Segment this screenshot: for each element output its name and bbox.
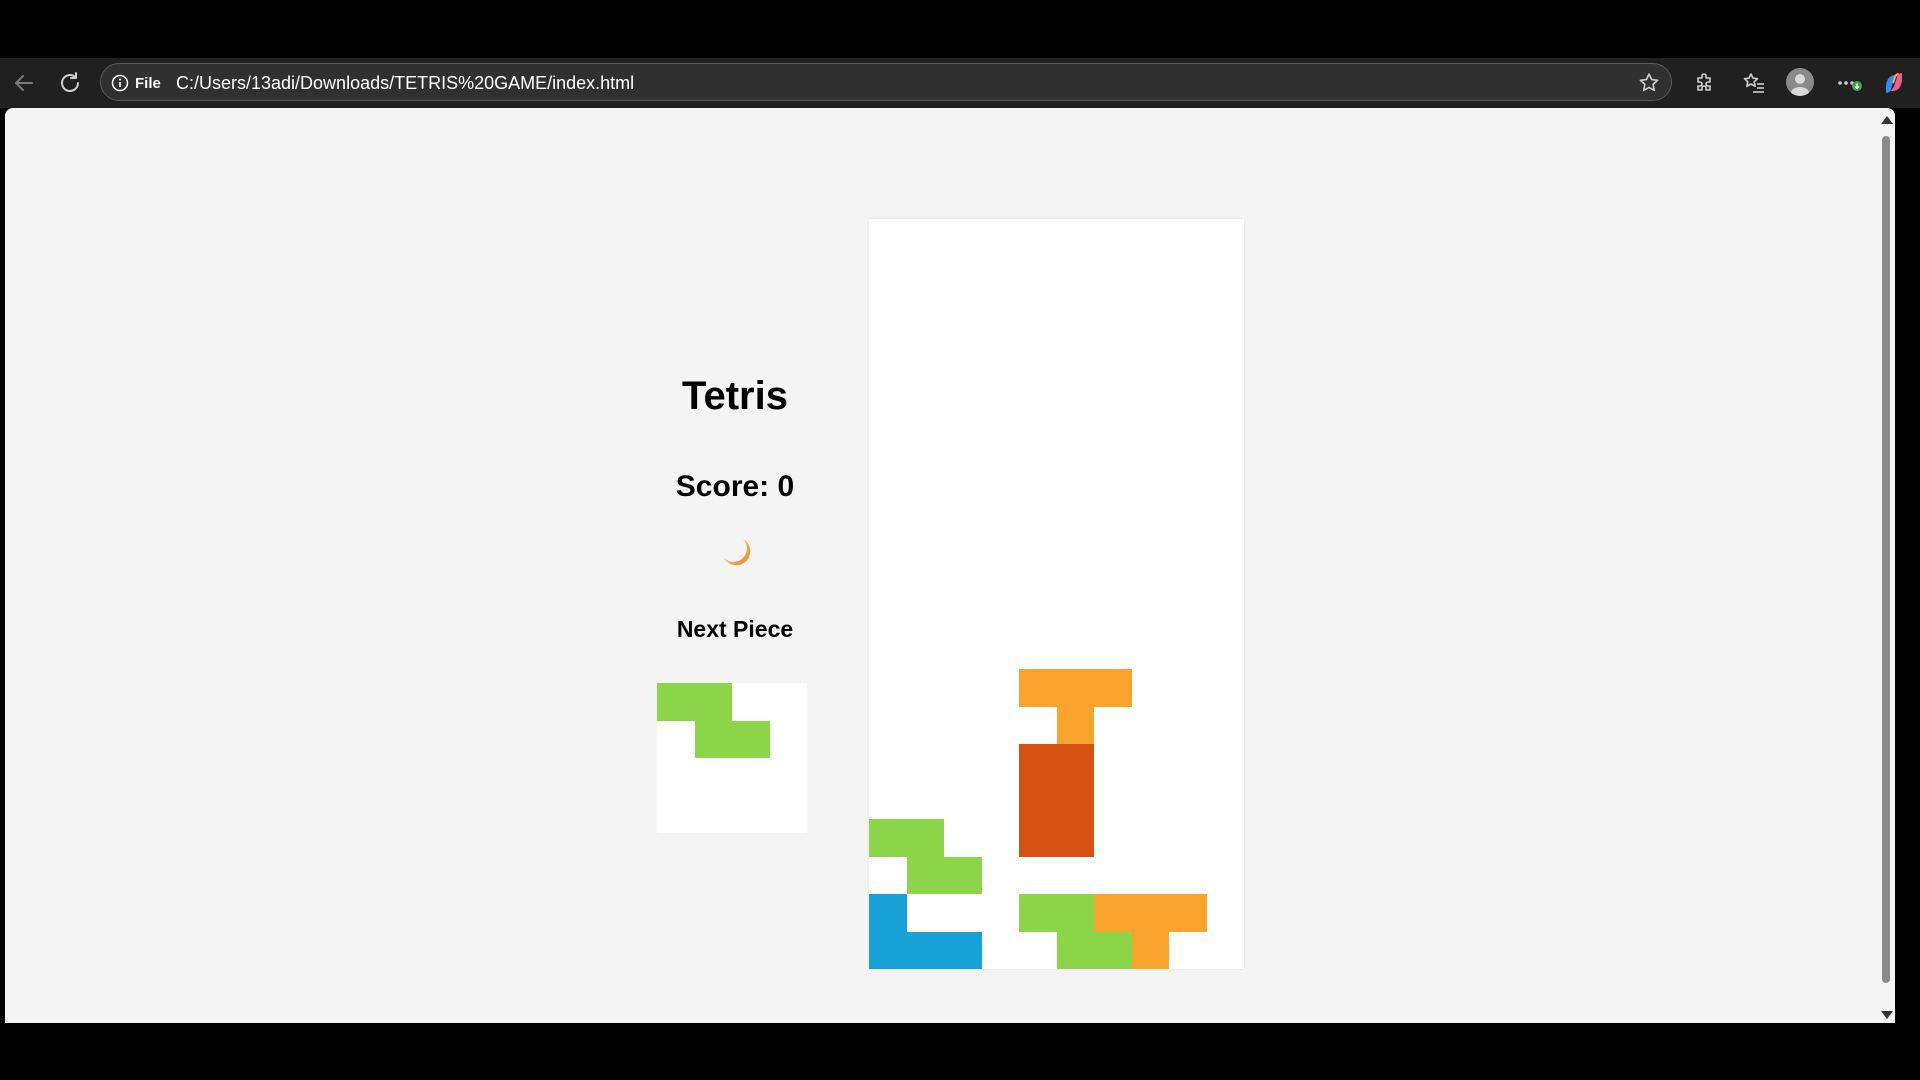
board-block: [1019, 819, 1057, 857]
browser-toolbar: File C:/Users/13adi/Downloads/TETRIS%20G…: [0, 58, 1920, 108]
score-display: Score: 0: [675, 470, 795, 503]
site-info-button[interactable]: File: [111, 72, 161, 94]
url-text[interactable]: C:/Users/13adi/Downloads/TETRIS%20GAME/i…: [176, 73, 634, 94]
info-icon: [111, 74, 129, 92]
vertical-scrollbar[interactable]: [1877, 108, 1895, 1023]
board-block: [1094, 931, 1132, 969]
board-block: [869, 894, 907, 932]
scroll-up-arrow-icon[interactable]: [1881, 116, 1893, 124]
game-title: Tetris: [682, 374, 788, 418]
board-block: [1056, 894, 1094, 932]
scroll-down-arrow-icon[interactable]: [1881, 1011, 1893, 1019]
board-block: [1019, 781, 1057, 819]
board-block: [1056, 931, 1094, 969]
copilot-icon[interactable]: [1880, 69, 1908, 97]
board-block: [1094, 669, 1132, 707]
board-block: [906, 819, 944, 857]
reload-icon[interactable]: [56, 69, 84, 97]
next-piece-block: [657, 683, 695, 721]
back-arrow-icon[interactable]: [10, 69, 38, 97]
board-block: [869, 819, 907, 857]
board-block: [1019, 669, 1057, 707]
extensions-icon[interactable]: [1690, 69, 1718, 97]
board-block: [1169, 894, 1207, 932]
next-piece-preview: [657, 683, 807, 833]
site-info-label: File: [135, 74, 161, 92]
board-block: [1056, 819, 1094, 857]
profile-avatar-icon[interactable]: [1786, 68, 1814, 96]
board-block: [1131, 931, 1169, 969]
more-options-icon[interactable]: [1834, 69, 1862, 97]
game-board[interactable]: [869, 219, 1244, 969]
board-block: [1019, 744, 1057, 782]
crescent-moon-icon[interactable]: [716, 533, 754, 571]
board-block: [1019, 894, 1057, 932]
board-block: [1056, 669, 1094, 707]
board-block: [1056, 781, 1094, 819]
board-block: [906, 931, 944, 969]
side-panel: Tetris Score: 0 Next Piece: [565, 108, 905, 1023]
board-block: [944, 931, 982, 969]
next-piece-label: Next Piece: [676, 616, 794, 642]
board-block: [1131, 894, 1169, 932]
next-piece-block: [694, 720, 732, 758]
board-block: [906, 856, 944, 894]
board-block: [1056, 744, 1094, 782]
favorites-icon[interactable]: [1740, 69, 1768, 97]
scrollbar-thumb[interactable]: [1882, 136, 1890, 983]
board-block: [944, 856, 982, 894]
board-block: [869, 931, 907, 969]
next-piece-block: [732, 720, 770, 758]
board-block: [1094, 894, 1132, 932]
page-viewport: Tetris Score: 0 Next Piece: [5, 108, 1895, 1023]
next-piece-block: [694, 683, 732, 721]
star-icon[interactable]: [1637, 71, 1661, 95]
board-block: [1056, 706, 1094, 744]
address-bar[interactable]: File C:/Users/13adi/Downloads/TETRIS%20G…: [100, 63, 1672, 101]
